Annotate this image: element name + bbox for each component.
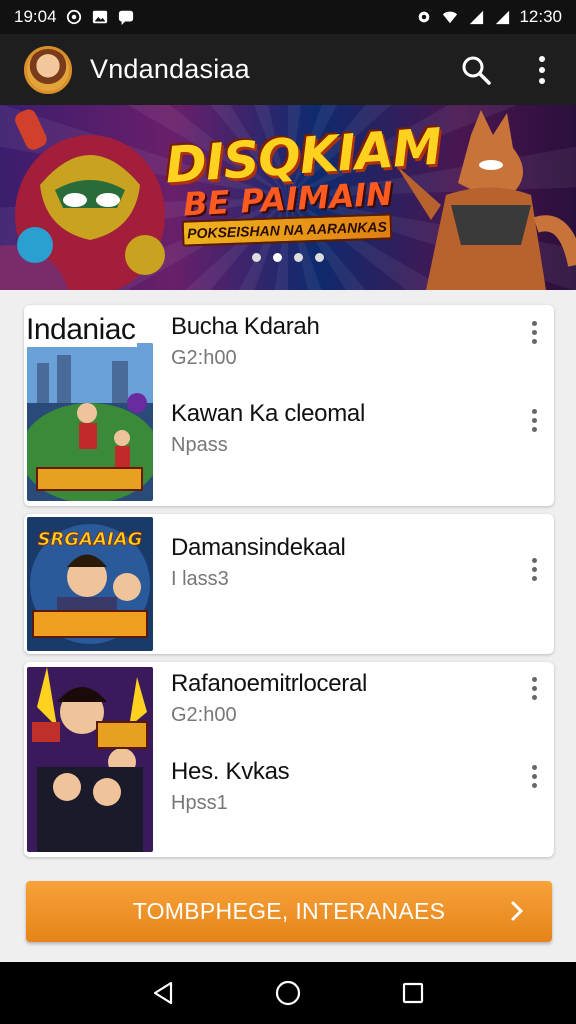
- photo-icon: [92, 10, 107, 24]
- item-title: Damansindekaal: [171, 534, 346, 561]
- section-label: Indaniac: [24, 313, 138, 347]
- app-bar: Vndandasiaa: [0, 34, 576, 105]
- item-meta: G2:h00: [171, 704, 237, 726]
- item-title: Rafanoemitrloceral: [171, 670, 368, 697]
- battery-icon: [496, 10, 510, 25]
- wifi-icon: [443, 11, 458, 24]
- carousel-dot-active[interactable]: [273, 253, 282, 262]
- cta-label: TOMBPHEGE, INTERANAES: [132, 898, 446, 924]
- carousel-dot[interactable]: [315, 253, 324, 262]
- item-meta: G2:h00: [171, 347, 237, 369]
- carousel-dot[interactable]: [252, 253, 261, 262]
- app-title: Vndandasiaa: [90, 54, 250, 84]
- list-item[interactable]: Kawan Ka cleomal Npass: [171, 400, 365, 457]
- status-clock: 12:30: [519, 7, 562, 26]
- back-icon: [153, 981, 172, 1005]
- list-item[interactable]: Bucha Kdarah G2:h00: [171, 313, 320, 370]
- item-meta: Hpss1: [171, 792, 228, 814]
- more-vert-icon[interactable]: [524, 671, 544, 705]
- status-time: 19:04: [14, 7, 57, 26]
- item-title: Bucha Kdarah: [171, 313, 320, 340]
- chevron-right-icon: [511, 901, 524, 921]
- carousel-dot[interactable]: [294, 253, 303, 262]
- search-icon: [462, 56, 491, 85]
- more-vert-icon[interactable]: [524, 315, 544, 349]
- back-button[interactable]: [143, 973, 183, 1013]
- recents-icon: [403, 982, 424, 1004]
- home-icon: [275, 980, 301, 1006]
- item-title: Kawan Ka cleomal: [171, 400, 365, 427]
- recents-button[interactable]: [393, 973, 433, 1013]
- item-meta: I lass3: [171, 568, 229, 590]
- carousel-indicators: [252, 253, 324, 262]
- list-item[interactable]: Rafanoemitrloceral G2:h00: [171, 670, 367, 727]
- game-thumbnail: [27, 667, 153, 852]
- avatar[interactable]: [24, 45, 72, 94]
- more-vert-icon: [539, 55, 545, 84]
- system-nav-bar: [0, 962, 576, 1024]
- search-button[interactable]: [456, 50, 496, 90]
- list-item[interactable]: Hes. Kvkas Hpss1: [171, 758, 290, 815]
- list-card[interactable]: SRGAAIAG Damansindekaal I lass3: [24, 514, 554, 654]
- whatsapp-icon: [66, 9, 81, 25]
- more-vert-icon[interactable]: [524, 403, 544, 437]
- item-title: Hes. Kvkas: [171, 758, 290, 785]
- message-icon: [118, 10, 133, 25]
- more-vert-icon[interactable]: [524, 552, 544, 586]
- list-item[interactable]: Damansindekaal I lass3: [171, 534, 346, 591]
- settings-icon: [419, 11, 430, 23]
- hero-character-left: [0, 109, 165, 290]
- thumb-caption: SRGAAIAG: [38, 529, 143, 550]
- overflow-menu-button[interactable]: [522, 50, 562, 90]
- list-card[interactable]: Indaniac Bucha Kdarah G2:h00 Kawan Ka cl…: [24, 305, 554, 506]
- list-card[interactable]: Rafanoemitrloceral G2:h00 Hes. Kvkas Hps…: [24, 662, 554, 857]
- signal-icon: [470, 10, 484, 25]
- promo-banner[interactable]: DISQKIAM BE PAIMAIN POKSEISHAN NA AARANK…: [0, 105, 576, 290]
- game-thumbnail: SRGAAIAG: [27, 517, 153, 651]
- cta-button[interactable]: TOMBPHEGE, INTERANAES: [26, 881, 552, 942]
- item-meta: Npass: [171, 434, 228, 456]
- more-vert-icon[interactable]: [524, 759, 544, 793]
- home-button[interactable]: [268, 973, 308, 1013]
- game-thumbnail: [27, 343, 153, 501]
- status-bar: 19:04 12:30: [0, 0, 576, 34]
